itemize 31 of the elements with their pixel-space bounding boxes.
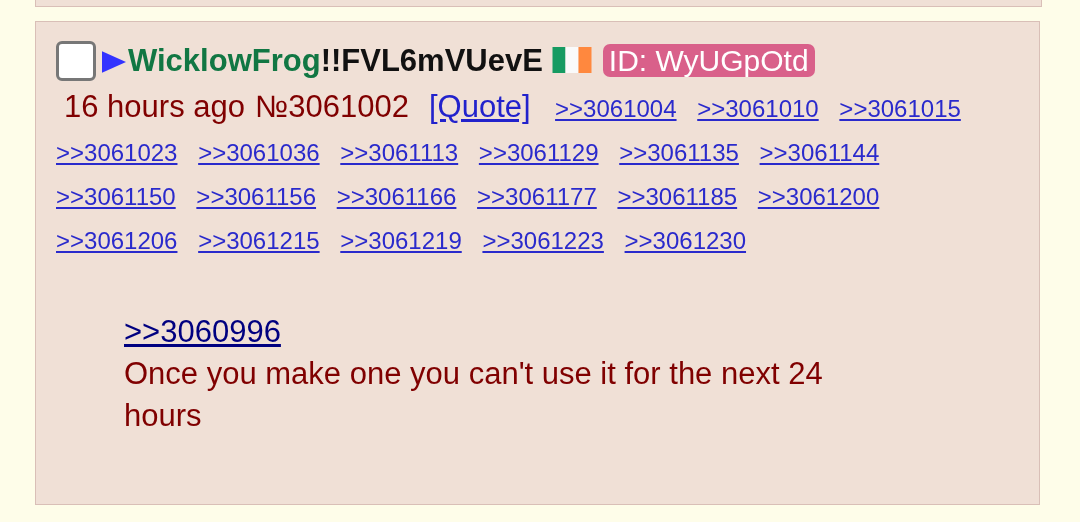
backlink[interactable]: >>3061015 (839, 95, 961, 122)
backlink[interactable]: >>3061036 (198, 139, 320, 166)
backlink[interactable]: >>3061177 (477, 183, 597, 210)
quote-link[interactable]: >>3060996 (124, 311, 281, 353)
flag-icon (550, 47, 593, 73)
triangle-icon[interactable] (102, 49, 126, 75)
post-message: Once you make one you can't use it for the next 24 hours (124, 355, 824, 435)
backlink[interactable]: >>3061010 (697, 95, 819, 122)
backlink[interactable]: >>3061144 (759, 139, 880, 166)
quote-button[interactable]: [Quote] (428, 89, 531, 124)
backlink[interactable]: >>3061004 (555, 95, 677, 122)
backlink[interactable]: >>3061150 (56, 183, 176, 210)
poster-name: WicklowFrog (128, 43, 321, 78)
backlink[interactable]: >>3061156 (196, 183, 317, 210)
backlink[interactable]: >>3061023 (56, 139, 178, 166)
checkbox[interactable] (56, 41, 96, 81)
backlink[interactable]: >>3061223 (482, 227, 604, 254)
tripcode: !!FVL6mVUevE (320, 43, 543, 78)
backlink[interactable]: >>3061200 (757, 183, 880, 210)
backlink[interactable]: >>3061230 (624, 227, 747, 254)
backlink[interactable]: >>3061206 (56, 227, 178, 254)
backlink[interactable]: >>3061135 (619, 139, 739, 166)
poster-id-badge[interactable]: ID: WyUGpOtd (602, 44, 815, 77)
backlink[interactable]: >>3061219 (340, 227, 462, 254)
post-time: 16 hours ago (64, 89, 245, 124)
post-number-link[interactable]: №3061002 (255, 89, 409, 124)
backlink[interactable]: >>3061129 (478, 139, 599, 166)
backlink[interactable]: >>3061215 (198, 227, 320, 254)
backlink[interactable]: >>3061166 (336, 183, 457, 210)
backlink[interactable]: >>3061185 (617, 183, 738, 210)
backlink[interactable]: >>3061113 (340, 139, 459, 166)
